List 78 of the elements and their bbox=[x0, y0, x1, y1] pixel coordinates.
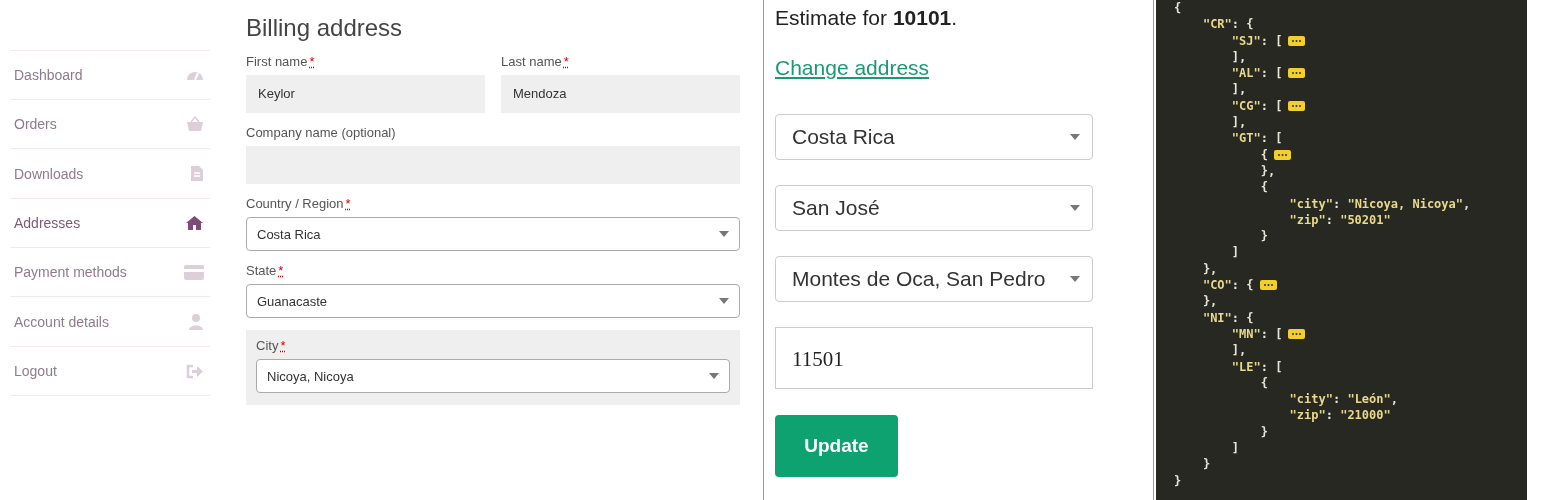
code-line: { bbox=[1259, 179, 1268, 196]
code-line: "GT": [ bbox=[1230, 130, 1283, 147]
required-asterisk: * bbox=[345, 196, 351, 211]
code-line: "SJ": [ bbox=[1230, 32, 1283, 49]
caret-icon bbox=[1070, 134, 1080, 140]
select-field[interactable]: Montes de Oca, San Pedro bbox=[775, 256, 1093, 302]
caret-icon bbox=[719, 231, 729, 237]
select-field[interactable]: Guanacaste bbox=[246, 284, 740, 318]
code-line: } bbox=[1259, 228, 1268, 245]
select-field[interactable]: Nicoya, Nicoya bbox=[256, 359, 730, 393]
field-label: Company name (optional) bbox=[246, 125, 396, 140]
select-field[interactable]: Costa Rica bbox=[246, 217, 740, 251]
text-field[interactable]: Mendoza bbox=[501, 75, 740, 113]
code-line: } bbox=[1201, 456, 1211, 473]
code-line: { bbox=[1259, 374, 1268, 392]
code-line: }, bbox=[1201, 293, 1218, 310]
code-line: "zip": "21000" bbox=[1288, 407, 1391, 424]
code-line: "city": "León", bbox=[1288, 391, 1398, 408]
sidebar-item[interactable]: Addresses bbox=[10, 199, 210, 248]
required-asterisk: * bbox=[563, 54, 569, 69]
code-line: ] bbox=[1230, 244, 1240, 261]
section-title: Billing address bbox=[246, 14, 404, 42]
field-label: State bbox=[246, 263, 277, 278]
field-label: Country / Region bbox=[246, 196, 344, 211]
code-line: { bbox=[1174, 0, 1182, 17]
code-line: ], bbox=[1230, 81, 1247, 98]
file-icon bbox=[190, 165, 204, 182]
change-address-link[interactable]: Change address bbox=[775, 56, 930, 80]
fold-icon[interactable] bbox=[1288, 68, 1306, 79]
field-label: Last name bbox=[501, 54, 562, 69]
code-line: ] bbox=[1230, 440, 1240, 457]
code-line: { bbox=[1259, 146, 1268, 163]
code-line: }, bbox=[1201, 260, 1218, 278]
credit-card-icon bbox=[184, 264, 204, 280]
required-asterisk: * bbox=[280, 338, 286, 353]
sign-out-icon bbox=[186, 363, 204, 379]
field-label: First name bbox=[246, 54, 308, 69]
field-label: City bbox=[256, 338, 279, 353]
fold-icon[interactable] bbox=[1259, 280, 1277, 291]
postcode-field[interactable]: 11501 bbox=[775, 327, 1093, 389]
caret-icon bbox=[709, 373, 719, 379]
code-line: "AL": [ bbox=[1230, 65, 1283, 82]
sidebar-item[interactable]: Orders bbox=[10, 100, 210, 149]
sidebar-item[interactable]: Downloads bbox=[10, 149, 210, 199]
code-line: "CG": [ bbox=[1230, 97, 1283, 115]
user-icon bbox=[188, 313, 204, 330]
code-line: } bbox=[1259, 423, 1268, 440]
fold-icon[interactable] bbox=[1273, 149, 1291, 160]
sidebar-item[interactable]: Logout bbox=[10, 347, 210, 396]
code-line: "MN": [ bbox=[1230, 325, 1283, 343]
code-line: } bbox=[1174, 472, 1182, 489]
required-asterisk: * bbox=[278, 263, 284, 278]
fold-icon[interactable] bbox=[1288, 100, 1306, 111]
code-line: "LE": [ bbox=[1230, 358, 1283, 375]
select-field[interactable]: Costa Rica bbox=[775, 114, 1093, 160]
sidebar-item[interactable]: Dashboard bbox=[10, 50, 210, 100]
fold-icon[interactable] bbox=[1288, 35, 1306, 46]
house-icon bbox=[185, 215, 204, 231]
code-line: "CR": { bbox=[1201, 16, 1254, 33]
code-line: "city": "Nicoya, Nicoya", bbox=[1288, 195, 1471, 212]
code-line: ], bbox=[1230, 342, 1247, 359]
code-line: ], bbox=[1230, 114, 1247, 131]
code-line: "NI": { bbox=[1201, 309, 1254, 326]
code-line: ], bbox=[1230, 48, 1247, 66]
caret-icon bbox=[1070, 205, 1080, 211]
code-line: }, bbox=[1259, 162, 1276, 180]
sidebar-item[interactable]: Account details bbox=[10, 297, 210, 347]
required-asterisk: * bbox=[309, 54, 315, 69]
caret-icon bbox=[1070, 276, 1080, 282]
text-field[interactable]: Keylor bbox=[246, 75, 485, 113]
select-field[interactable]: San José bbox=[775, 185, 1093, 231]
basket-icon bbox=[186, 116, 204, 132]
caret-icon bbox=[719, 298, 729, 304]
sidebar-item[interactable]: Payment methods bbox=[10, 248, 210, 297]
fold-icon[interactable] bbox=[1288, 329, 1306, 340]
code-line: "zip": "50201" bbox=[1288, 211, 1391, 229]
code-line: "CO": { bbox=[1201, 277, 1254, 294]
estimate-text: Estimate for 10101. bbox=[775, 6, 959, 30]
